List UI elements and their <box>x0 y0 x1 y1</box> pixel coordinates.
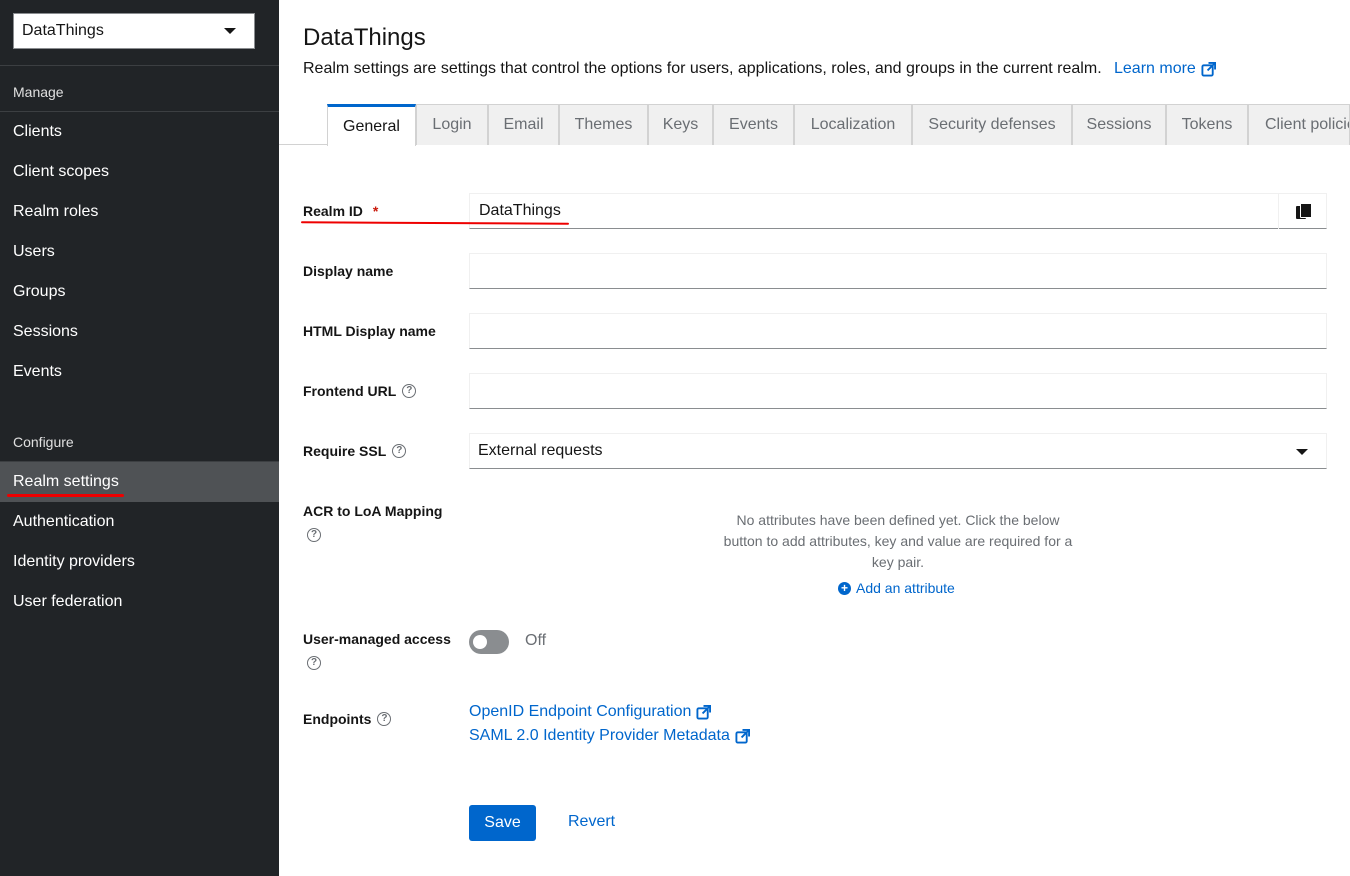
sidebar-item-events[interactable]: Events <box>0 352 279 392</box>
tab-email[interactable]: Email <box>488 104 559 145</box>
realm-id-value: DataThings <box>479 202 561 219</box>
html-display-name-field[interactable] <box>469 313 1327 349</box>
sidebar-item-client-scopes[interactable]: Client scopes <box>0 152 279 192</box>
page-title: DataThings <box>303 24 426 51</box>
learn-more-label: Learn more <box>1114 60 1196 77</box>
realm-selector[interactable]: DataThings <box>13 13 255 49</box>
html-display-name-label: HTML Display name <box>303 323 436 339</box>
learn-more-link[interactable]: Learn more <box>1114 60 1216 78</box>
openid-endpoint-link[interactable]: OpenID Endpoint Configuration <box>469 703 712 721</box>
tab-sessions[interactable]: Sessions <box>1072 104 1166 145</box>
saml-metadata-label: SAML 2.0 Identity Provider Metadata <box>469 727 730 744</box>
sidebar-item-users[interactable]: Users <box>0 232 279 272</box>
tab-general[interactable]: General <box>327 104 416 146</box>
sidebar-item-sessions[interactable]: Sessions <box>0 312 279 352</box>
annotation-underline <box>7 494 124 497</box>
tab-login[interactable]: Login <box>416 104 488 145</box>
save-button[interactable]: Save <box>469 805 536 841</box>
sidebar: DataThings Manage Clients Client scopes … <box>0 0 279 876</box>
user-managed-access-toggle[interactable] <box>469 630 509 654</box>
tab-events[interactable]: Events <box>713 104 794 145</box>
tab-keys[interactable]: Keys <box>648 104 713 145</box>
help-icon[interactable]: ? <box>377 712 392 726</box>
add-attribute-label: Add an attribute <box>856 580 955 596</box>
tab-localization[interactable]: Localization <box>794 104 912 145</box>
frontend-url-field[interactable] <box>469 373 1327 409</box>
main-content: DataThings Realm settings are settings t… <box>279 0 1350 876</box>
annotation-underline <box>300 221 570 225</box>
realm-id-field[interactable]: DataThings <box>469 193 1327 229</box>
sidebar-item-identity-providers[interactable]: Identity providers <box>0 542 279 582</box>
tab-security-defenses[interactable]: Security defenses <box>912 104 1072 145</box>
display-name-label: Display name <box>303 263 393 279</box>
realm-selector-value: DataThings <box>22 22 104 39</box>
required-marker: * <box>372 203 379 219</box>
plus-circle-icon: + <box>838 581 851 595</box>
user-managed-access-label-text: User-managed access <box>303 631 451 647</box>
sidebar-item-clients[interactable]: Clients <box>0 112 279 152</box>
saml-metadata-link[interactable]: SAML 2.0 Identity Provider Metadata <box>469 727 750 745</box>
revert-button[interactable]: Revert <box>568 813 615 831</box>
user-managed-access-label: User-managed access <box>303 631 451 647</box>
tab-bar: General Login Email Themes Keys Events L… <box>279 104 1350 146</box>
tab-themes[interactable]: Themes <box>559 104 648 145</box>
acr-loa-label-text: ACR to LoA Mapping <box>303 503 443 519</box>
require-ssl-value: External requests <box>478 442 603 459</box>
tab-tokens[interactable]: Tokens <box>1166 104 1248 145</box>
page-description: Realm settings are settings that control… <box>303 60 1102 77</box>
copy-button[interactable] <box>1278 193 1326 229</box>
html-display-name-label-text: HTML Display name <box>303 323 436 339</box>
external-link-icon <box>735 728 750 744</box>
realm-id-label-text: Realm ID <box>303 203 363 219</box>
sidebar-item-authentication[interactable]: Authentication <box>0 502 279 542</box>
require-ssl-select[interactable]: External requests <box>469 433 1327 469</box>
sidebar-section-configure: Configure <box>13 434 74 450</box>
caret-down-icon <box>1296 449 1308 455</box>
acr-empty-state: No attributes have been defined yet. Cli… <box>723 512 1073 570</box>
help-icon[interactable]: ? <box>402 384 417 398</box>
acr-loa-label: ACR to LoA Mapping <box>303 503 442 519</box>
add-attribute-button[interactable]: + Add an attribute <box>838 580 955 596</box>
toggle-knob <box>473 635 487 649</box>
require-ssl-label: Require SSL ? <box>303 443 407 459</box>
sidebar-item-groups[interactable]: Groups <box>0 272 279 312</box>
frontend-url-label-text: Frontend URL <box>303 383 397 399</box>
app: DataThings Manage Clients Client scopes … <box>0 0 1350 876</box>
sidebar-divider <box>0 65 279 66</box>
copy-icon <box>1295 203 1312 219</box>
sidebar-section-manage: Manage <box>13 84 64 100</box>
openid-endpoint-label: OpenID Endpoint Configuration <box>469 703 692 720</box>
help-icon[interactable]: ? <box>392 444 407 458</box>
endpoints-label-text: Endpoints <box>303 711 372 727</box>
caret-down-icon <box>224 28 236 34</box>
sidebar-item-user-federation[interactable]: User federation <box>0 582 279 622</box>
display-name-field[interactable] <box>469 253 1327 289</box>
frontend-url-label: Frontend URL ? <box>303 383 417 399</box>
external-link-icon <box>1201 61 1216 77</box>
endpoints-label: Endpoints ? <box>303 711 392 727</box>
help-icon[interactable]: ? <box>307 656 321 670</box>
sidebar-item-realm-roles[interactable]: Realm roles <box>0 192 279 232</box>
tab-client-policies[interactable]: Client policies <box>1248 104 1350 145</box>
require-ssl-label-text: Require SSL <box>303 443 387 459</box>
toggle-state-label: Off <box>525 632 547 649</box>
display-name-label-text: Display name <box>303 263 394 279</box>
help-icon[interactable]: ? <box>307 528 321 542</box>
realm-id-label: Realm ID * <box>303 203 378 219</box>
external-link-icon <box>696 704 712 720</box>
